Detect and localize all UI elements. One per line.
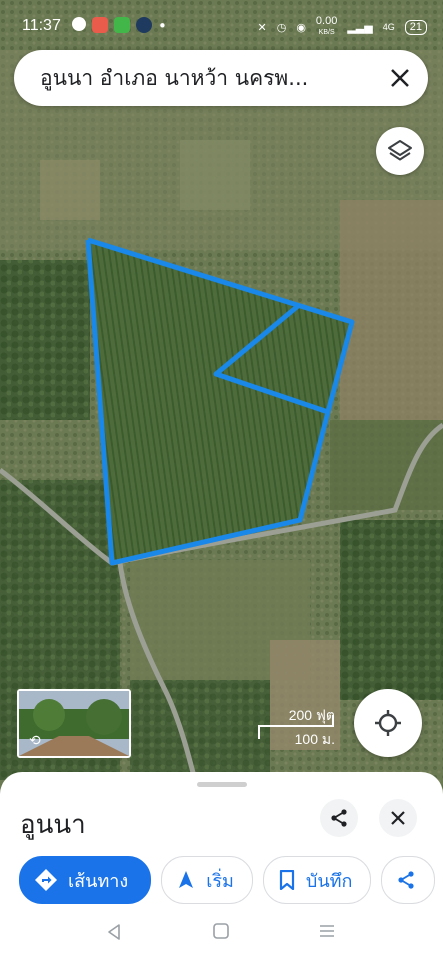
wechat-app-icon	[114, 17, 130, 33]
rotate-360-icon: ⟲	[29, 733, 41, 749]
layers-button[interactable]	[376, 127, 424, 175]
place-title: อูนนา	[20, 810, 86, 840]
share-button[interactable]	[320, 799, 358, 837]
layers-icon	[388, 140, 412, 161]
street-view-thumbnail[interactable]: ⟲	[17, 689, 131, 758]
save-button[interactable]: บันทึก	[262, 856, 372, 904]
back-icon[interactable]	[104, 922, 124, 942]
my-location-button[interactable]	[354, 689, 422, 757]
navigation-arrow-icon	[179, 871, 194, 888]
location-icon: ◉	[296, 21, 306, 34]
signal-icon: ▂▃▅	[347, 21, 373, 34]
search-bar[interactable]: อูนนา อำเภอ นาหว้า นครพ...	[14, 50, 428, 106]
share-icon	[331, 809, 347, 827]
recent-apps-icon[interactable]	[318, 922, 336, 940]
scale-metric: 100 ม.	[294, 731, 335, 747]
start-label: เริ่ม	[206, 870, 234, 892]
directions-button[interactable]: เส้นทาง	[19, 856, 152, 904]
photo-app-icon	[92, 17, 108, 33]
network-type: 4G	[382, 22, 395, 32]
status-time: 11:37	[22, 17, 61, 34]
directions-label: เส้นทาง	[68, 870, 129, 892]
scale-tick	[258, 725, 260, 739]
status-indicators: ✕ ◷ ◉ 0.00 KB/S ▂▃▅ 4G 21	[257, 16, 427, 38]
status-bar: 11:37 • ✕ ◷ ◉ 0.00 KB/S ▂▃▅ 4G 21	[0, 0, 443, 50]
notification-icons: •	[72, 17, 167, 35]
search-query[interactable]: อูนนา อำเภอ นาหว้า นครพ...	[40, 62, 370, 95]
close-icon	[391, 69, 409, 87]
scale-imperial: 200 ฟุต	[288, 707, 335, 723]
crosshair-icon	[375, 710, 401, 736]
start-button[interactable]: เริ่ม	[161, 856, 253, 904]
more-dot-icon: •	[158, 17, 167, 35]
home-icon[interactable]	[212, 922, 230, 940]
directions-icon	[35, 869, 57, 891]
bookmark-icon	[279, 870, 295, 890]
mute-icon: ✕	[257, 21, 267, 34]
share-icon	[398, 871, 415, 889]
network-speed-unit: KB/S	[318, 29, 335, 36]
battery-indicator: 21	[404, 19, 427, 35]
close-sheet-button[interactable]	[379, 799, 417, 837]
action-chips: เส้นทาง เริ่ม บันทึก	[19, 856, 436, 904]
line-app-icon	[72, 17, 86, 31]
map-scale: 200 ฟุต 100 ม.	[258, 705, 338, 747]
network-speed-value: 0.00	[315, 15, 338, 27]
save-label: บันทึก	[305, 870, 353, 892]
alarm-icon: ◷	[276, 21, 287, 34]
share-chip-button[interactable]	[381, 856, 436, 904]
scale-tick	[332, 715, 334, 727]
system-nav-bar	[0, 910, 443, 960]
sheet-drag-handle[interactable]	[197, 782, 247, 787]
scale-line	[258, 725, 334, 727]
satellite-map[interactable]	[0, 0, 443, 800]
network-speed: 0.00 KB/S	[316, 16, 337, 38]
vpn-app-icon	[136, 17, 152, 33]
close-search-button[interactable]	[386, 64, 414, 92]
close-icon	[391, 811, 405, 825]
